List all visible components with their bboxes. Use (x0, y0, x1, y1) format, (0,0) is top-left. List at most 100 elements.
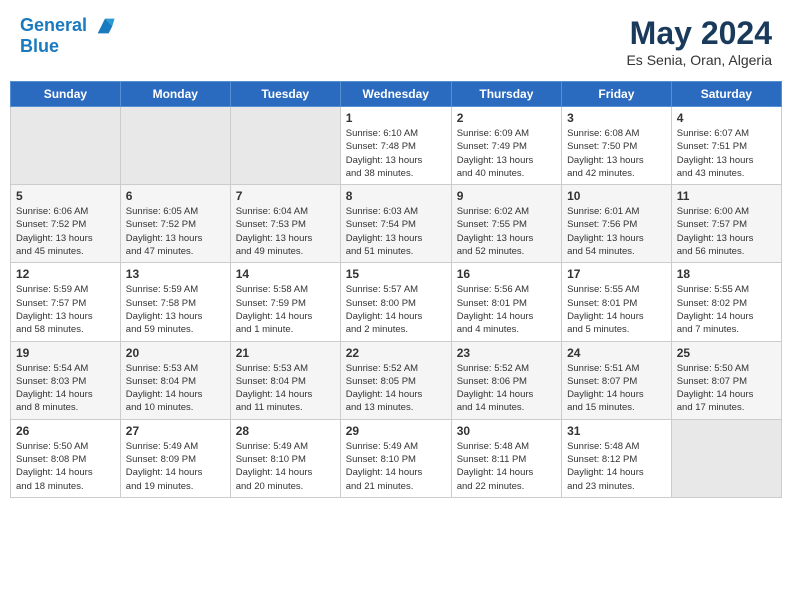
day-info: Sunrise: 6:02 AMSunset: 7:55 PMDaylight:… (457, 205, 556, 258)
calendar-cell (230, 107, 340, 185)
day-info: Sunrise: 5:48 AMSunset: 8:12 PMDaylight:… (567, 440, 666, 493)
day-number: 7 (236, 189, 335, 203)
day-number: 23 (457, 346, 556, 360)
calendar-cell: 18 Sunrise: 5:55 AMSunset: 8:02 PMDayligh… (671, 263, 781, 341)
day-number: 21 (236, 346, 335, 360)
title-area: May 2024 Es Senia, Oran, Algeria (626, 15, 772, 68)
calendar-cell: 25 Sunrise: 5:50 AMSunset: 8:07 PMDayligh… (671, 341, 781, 419)
day-number: 4 (677, 111, 776, 125)
day-number: 1 (346, 111, 446, 125)
day-number: 20 (126, 346, 225, 360)
calendar-cell: 8Sunrise: 6:03 AMSunset: 7:54 PMDaylight… (340, 185, 451, 263)
day-number: 5 (16, 189, 115, 203)
day-number: 27 (126, 424, 225, 438)
day-info: Sunrise: 5:52 AMSunset: 8:06 PMDaylight:… (457, 362, 556, 415)
calendar-header-tuesday: Tuesday (230, 82, 340, 107)
day-number: 3 (567, 111, 666, 125)
calendar-body: 1 Sunrise: 6:10 AMSunset: 7:48 PMDaylight… (11, 107, 782, 498)
calendar-cell: 11 Sunrise: 6:00 AMSunset: 7:57 PMDayligh… (671, 185, 781, 263)
day-info: Sunrise: 6:05 AMSunset: 7:52 PMDaylight:… (126, 205, 225, 258)
calendar-week-3: 12 Sunrise: 5:59 AMSunset: 7:57 PMDayligh… (11, 263, 782, 341)
day-info: Sunrise: 5:49 AMSunset: 8:10 PMDaylight:… (346, 440, 446, 493)
day-info: Sunrise: 5:59 AMSunset: 7:58 PMDaylight:… (126, 283, 225, 336)
day-info: Sunrise: 5:56 AMSunset: 8:01 PMDaylight:… (457, 283, 556, 336)
day-info: Sunrise: 5:50 AMSunset: 8:08 PMDaylight:… (16, 440, 115, 493)
calendar-header-thursday: Thursday (451, 82, 561, 107)
day-info: Sunrise: 5:53 AMSunset: 8:04 PMDaylight:… (236, 362, 335, 415)
calendar-cell (11, 107, 121, 185)
day-number: 14 (236, 267, 335, 281)
calendar-cell: 13 Sunrise: 5:59 AMSunset: 7:58 PMDayligh… (120, 263, 230, 341)
day-info: Sunrise: 6:07 AMSunset: 7:51 PMDaylight:… (677, 127, 776, 180)
calendar-cell: 6 Sunrise: 6:05 AMSunset: 7:52 PMDaylight… (120, 185, 230, 263)
calendar-cell: 2Sunrise: 6:09 AMSunset: 7:49 PMDaylight… (451, 107, 561, 185)
calendar-cell: 24 Sunrise: 5:51 AMSunset: 8:07 PMDayligh… (562, 341, 672, 419)
day-number: 22 (346, 346, 446, 360)
logo: General Blue (20, 15, 116, 57)
day-number: 25 (677, 346, 776, 360)
calendar-table: SundayMondayTuesdayWednesdayThursdayFrid… (10, 81, 782, 498)
calendar-cell: 15 Sunrise: 5:57 AMSunset: 8:00 PMDayligh… (340, 263, 451, 341)
day-number: 31 (567, 424, 666, 438)
day-number: 9 (457, 189, 556, 203)
day-number: 15 (346, 267, 446, 281)
calendar-cell: 31 Sunrise: 5:48 AMSunset: 8:12 PMDayligh… (562, 419, 672, 497)
calendar-header-row: SundayMondayTuesdayWednesdayThursdayFrid… (11, 82, 782, 107)
day-number: 10 (567, 189, 666, 203)
calendar-cell: 28 Sunrise: 5:49 AMSunset: 8:10 PMDayligh… (230, 419, 340, 497)
location: Es Senia, Oran, Algeria (626, 52, 772, 68)
day-number: 17 (567, 267, 666, 281)
day-info: Sunrise: 5:49 AMSunset: 8:10 PMDaylight:… (236, 440, 335, 493)
day-number: 13 (126, 267, 225, 281)
calendar-cell (120, 107, 230, 185)
day-number: 26 (16, 424, 115, 438)
day-info: Sunrise: 5:59 AMSunset: 7:57 PMDaylight:… (16, 283, 115, 336)
calendar-cell: 19Sunrise: 5:54 AMSunset: 8:03 PMDayligh… (11, 341, 121, 419)
day-number: 11 (677, 189, 776, 203)
calendar-cell: 22Sunrise: 5:52 AMSunset: 8:05 PMDayligh… (340, 341, 451, 419)
day-number: 30 (457, 424, 556, 438)
calendar-cell: 7 Sunrise: 6:04 AMSunset: 7:53 PMDaylight… (230, 185, 340, 263)
day-info: Sunrise: 5:50 AMSunset: 8:07 PMDaylight:… (677, 362, 776, 415)
day-number: 12 (16, 267, 115, 281)
calendar-cell: 4 Sunrise: 6:07 AMSunset: 7:51 PMDaylight… (671, 107, 781, 185)
day-info: Sunrise: 6:00 AMSunset: 7:57 PMDaylight:… (677, 205, 776, 258)
day-number: 24 (567, 346, 666, 360)
calendar-header-sunday: Sunday (11, 82, 121, 107)
page-header: General Blue May 2024 Es Senia, Oran, Al… (10, 10, 782, 73)
calendar-header-wednesday: Wednesday (340, 82, 451, 107)
calendar-cell: 1 Sunrise: 6:10 AMSunset: 7:48 PMDaylight… (340, 107, 451, 185)
day-info: Sunrise: 5:51 AMSunset: 8:07 PMDaylight:… (567, 362, 666, 415)
calendar-week-4: 19Sunrise: 5:54 AMSunset: 8:03 PMDayligh… (11, 341, 782, 419)
calendar-cell: 27 Sunrise: 5:49 AMSunset: 8:09 PMDayligh… (120, 419, 230, 497)
calendar-cell (671, 419, 781, 497)
day-info: Sunrise: 6:10 AMSunset: 7:48 PMDaylight:… (346, 127, 446, 180)
calendar-cell: 26 Sunrise: 5:50 AMSunset: 8:08 PMDayligh… (11, 419, 121, 497)
logo-text: General Blue (20, 15, 116, 57)
calendar-cell: 14Sunrise: 5:58 AMSunset: 7:59 PMDayligh… (230, 263, 340, 341)
day-number: 29 (346, 424, 446, 438)
day-info: Sunrise: 6:09 AMSunset: 7:49 PMDaylight:… (457, 127, 556, 180)
calendar-cell: 21 Sunrise: 5:53 AMSunset: 8:04 PMDayligh… (230, 341, 340, 419)
day-info: Sunrise: 5:48 AMSunset: 8:11 PMDaylight:… (457, 440, 556, 493)
day-info: Sunrise: 5:49 AMSunset: 8:09 PMDaylight:… (126, 440, 225, 493)
calendar-cell: 30 Sunrise: 5:48 AMSunset: 8:11 PMDayligh… (451, 419, 561, 497)
day-number: 18 (677, 267, 776, 281)
day-info: Sunrise: 5:55 AMSunset: 8:01 PMDaylight:… (567, 283, 666, 336)
calendar-cell: 10 Sunrise: 6:01 AMSunset: 7:56 PMDayligh… (562, 185, 672, 263)
day-number: 19 (16, 346, 115, 360)
day-info: Sunrise: 6:04 AMSunset: 7:53 PMDaylight:… (236, 205, 335, 258)
day-info: Sunrise: 6:06 AMSunset: 7:52 PMDaylight:… (16, 205, 115, 258)
calendar-header-monday: Monday (120, 82, 230, 107)
calendar-cell: 23 Sunrise: 5:52 AMSunset: 8:06 PMDayligh… (451, 341, 561, 419)
day-info: Sunrise: 5:53 AMSunset: 8:04 PMDaylight:… (126, 362, 225, 415)
day-info: Sunrise: 5:57 AMSunset: 8:00 PMDaylight:… (346, 283, 446, 336)
day-info: Sunrise: 5:55 AMSunset: 8:02 PMDaylight:… (677, 283, 776, 336)
calendar-week-1: 1 Sunrise: 6:10 AMSunset: 7:48 PMDaylight… (11, 107, 782, 185)
calendar-cell: 29 Sunrise: 5:49 AMSunset: 8:10 PMDayligh… (340, 419, 451, 497)
day-number: 28 (236, 424, 335, 438)
month-title: May 2024 (626, 15, 772, 52)
calendar-header-friday: Friday (562, 82, 672, 107)
day-number: 6 (126, 189, 225, 203)
day-info: Sunrise: 6:01 AMSunset: 7:56 PMDaylight:… (567, 205, 666, 258)
